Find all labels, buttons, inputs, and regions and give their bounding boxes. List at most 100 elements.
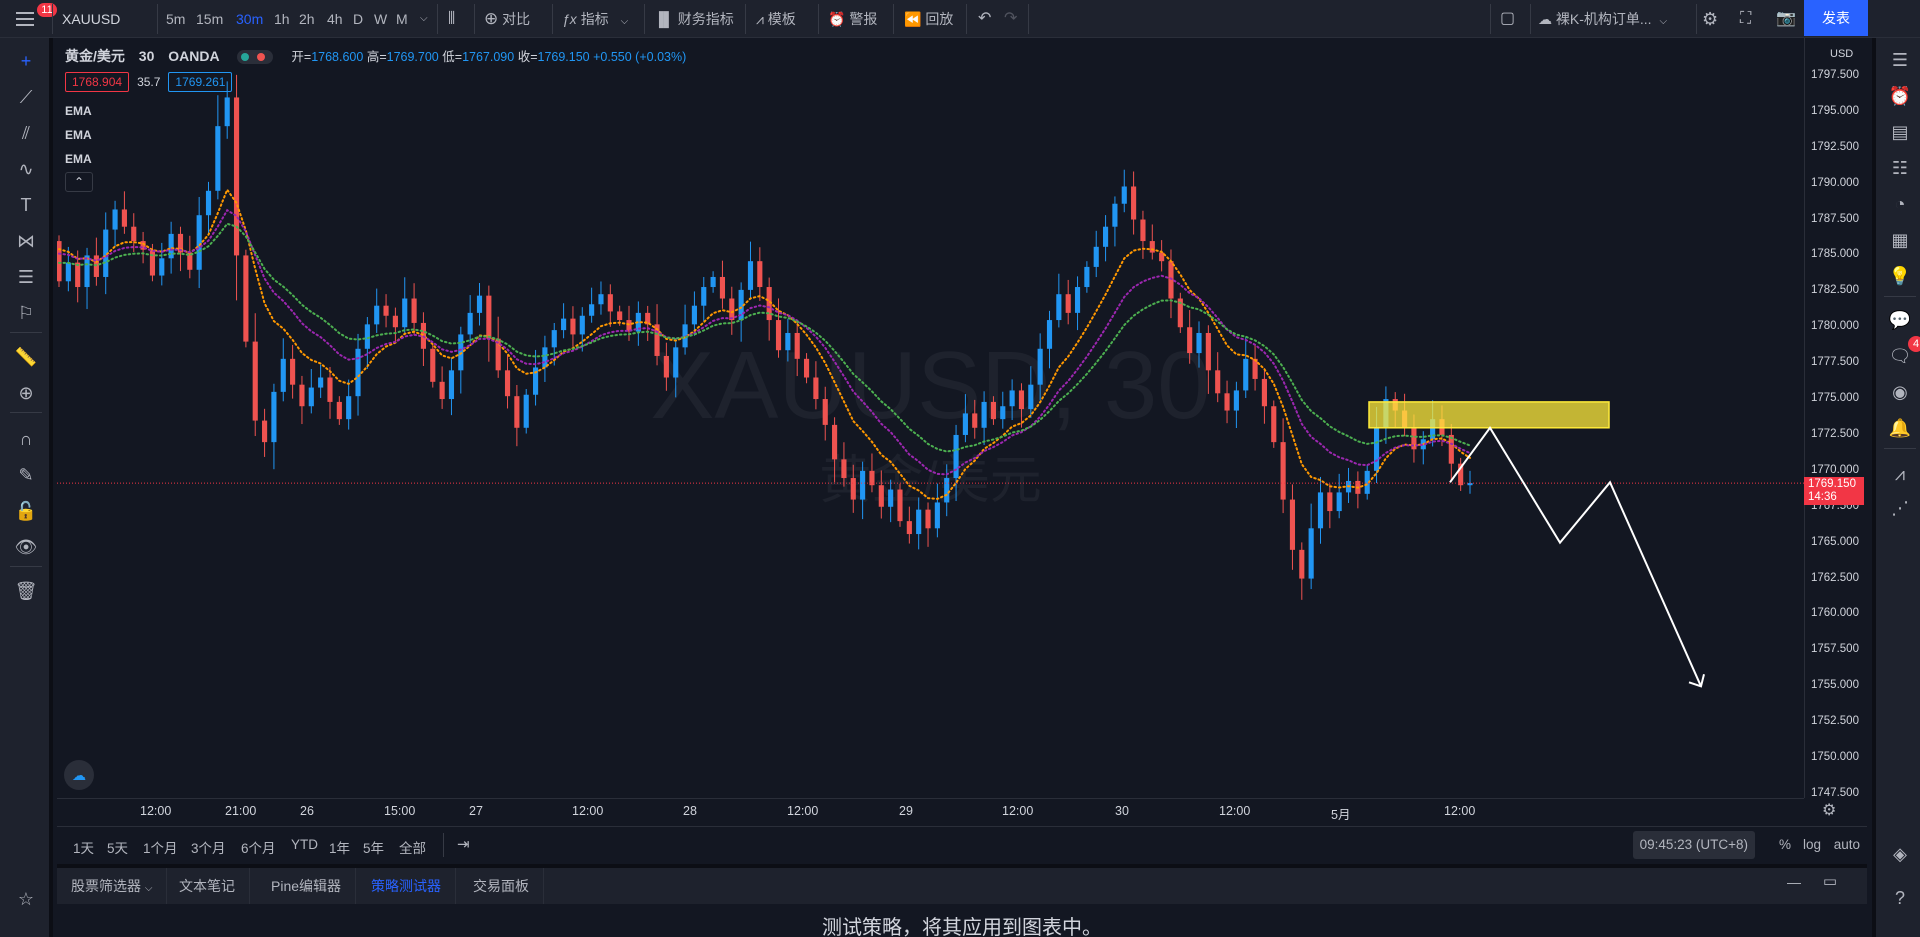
time-axis[interactable]: 12:00 21:00 26 15:00 27 12:00 28 12:00 29 12:00 30…	[57, 798, 1804, 824]
interval-15m[interactable]: 15m	[196, 0, 223, 38]
camera-icon[interactable]: 📷	[1776, 0, 1796, 38]
trash-icon[interactable]: 🗑	[13, 578, 39, 604]
range-1m[interactable]: 1个月	[143, 837, 178, 857]
long-position-icon[interactable]: ☰	[13, 264, 39, 290]
dom-icon[interactable]: ⋰	[1886, 494, 1914, 522]
interval-2h[interactable]: 2h	[299, 0, 315, 38]
range-1y[interactable]: 1年	[329, 837, 350, 857]
market-status-icon[interactable]	[237, 50, 274, 65]
templates-button[interactable]: ⩘ 模板	[756, 0, 796, 38]
chevron-down-icon: ⌵	[620, 16, 629, 27]
interval-m[interactable]: M	[396, 0, 408, 38]
interval-dropdown-chevron-icon[interactable]: ⌵	[420, 0, 428, 38]
timezone-clock[interactable]: 09:45:23 (UTC+8)	[1632, 831, 1755, 859]
divider	[1490, 4, 1491, 34]
layout-select-icon[interactable]: ▢	[1500, 0, 1515, 38]
goto-date-icon[interactable]: ⇥	[457, 835, 470, 853]
chart-canvas[interactable]: XAUUSD, 30 黄金/美元	[57, 38, 1804, 798]
hotlist-icon[interactable]: ◔	[1886, 190, 1914, 218]
legend-title[interactable]: 黄金/美元	[65, 48, 125, 64]
indicators-button[interactable]: ƒx 指标 ⌵	[562, 0, 628, 38]
gear-icon[interactable]: ⚙	[1702, 0, 1718, 38]
range-5d[interactable]: 5天	[107, 837, 128, 857]
help-icon[interactable]: ?	[1886, 884, 1914, 912]
magnet-icon[interactable]: ∩	[13, 426, 39, 452]
order-panel-icon[interactable]: ⩘	[1886, 460, 1914, 488]
current-price-label: 1769.150 14:36	[1804, 477, 1864, 505]
star-icon[interactable]: ☆	[13, 886, 39, 912]
interval-30m[interactable]: 30m	[236, 0, 263, 38]
financials-button[interactable]: ▐▌ 财务指标	[654, 0, 734, 38]
price-tick-label: 1755.000	[1811, 679, 1859, 692]
interval-w[interactable]: W	[374, 0, 387, 38]
interval-4h[interactable]: 4h	[327, 0, 343, 38]
lightbulb-icon[interactable]: 💡	[1886, 262, 1914, 290]
ema-indicator-label[interactable]: EMA	[65, 104, 92, 118]
pattern-icon[interactable]: ∿	[13, 156, 39, 182]
undo-icon[interactable]: ↶	[978, 0, 991, 38]
main-menu-button[interactable]: 11	[10, 0, 57, 38]
eye-icon[interactable]: 👁	[13, 534, 39, 560]
data-window-icon[interactable]: ▤	[1886, 118, 1914, 146]
trend-line-icon[interactable]: ⟋	[13, 84, 39, 110]
range-3m[interactable]: 3个月	[191, 837, 226, 857]
price-axis[interactable]: 1797.500 1795.000 1792.500 1790.000 1787.500…	[1804, 38, 1872, 799]
ema-indicator-label[interactable]: EMA	[65, 152, 92, 166]
interval-d[interactable]: D	[353, 0, 363, 38]
pitchfork-icon[interactable]: ⫽	[13, 120, 39, 146]
zoom-in-icon[interactable]: ⊕	[13, 380, 39, 406]
range-ytd[interactable]: YTD	[291, 837, 318, 852]
notifications-icon[interactable]: 🔔	[1886, 414, 1914, 442]
chats-icon[interactable]: 💬	[1886, 306, 1914, 334]
maximize-panel-icon[interactable]: ▭	[1823, 872, 1837, 890]
time-tick-label: 27	[469, 804, 483, 818]
alarm-clock-icon[interactable]: ⏰	[1886, 82, 1914, 110]
prediction-icon[interactable]: ⋈	[13, 228, 39, 254]
layout-name-button[interactable]: ☁ 裸K-机构订单... ⌵	[1538, 0, 1667, 38]
buy-price[interactable]: 1769.261	[168, 72, 233, 92]
candle-style-icon[interactable]: ⫴	[448, 0, 455, 38]
tab-trading-panel[interactable]: 交易面板	[459, 868, 544, 904]
calendar-icon[interactable]: ▦	[1886, 226, 1914, 254]
collapse-legend-button[interactable]: ⌃	[65, 172, 93, 192]
legend-interval: 30	[138, 48, 155, 64]
chat-icon[interactable]: 🗨 4	[1886, 336, 1920, 370]
compare-button[interactable]: ⊕ 对比	[484, 0, 530, 38]
range-all[interactable]: 全部	[399, 837, 426, 857]
sell-price[interactable]: 1768.904	[65, 72, 130, 92]
cloud-status-icon[interactable]: ☁	[64, 760, 94, 790]
text-icon[interactable]: T	[13, 192, 39, 218]
tab-stock-screener[interactable]: 股票筛选器 ⌵	[57, 868, 168, 904]
symbol-search-button[interactable]: XAUUSD	[62, 0, 120, 38]
auto-toggle[interactable]: auto	[1834, 837, 1860, 852]
streams-icon[interactable]: ◉	[1886, 378, 1914, 406]
replay-button[interactable]: ⏪ 回放	[904, 0, 953, 38]
range-5y[interactable]: 5年	[363, 837, 384, 857]
lock-icon[interactable]: 🔓	[13, 498, 39, 524]
interval-5m[interactable]: 5m	[166, 0, 185, 38]
percent-toggle[interactable]: %	[1779, 837, 1791, 852]
ruler-icon[interactable]: 📏	[13, 344, 39, 370]
fullscreen-icon[interactable]: ⛶	[1740, 0, 1751, 38]
watchlist-icon[interactable]: ☰	[1886, 46, 1914, 74]
candle-body	[252, 341, 258, 421]
ema-indicator-label[interactable]: EMA	[65, 128, 92, 142]
chart-pane[interactable]: XAUUSD, 30 黄金/美元	[57, 38, 1867, 798]
crosshair-icon[interactable]: +	[13, 48, 39, 74]
alerts-button[interactable]: ⏰ 警报	[828, 0, 877, 38]
news-icon[interactable]: ☷	[1886, 154, 1914, 182]
range-1d[interactable]: 1天	[73, 837, 94, 857]
icons-tool-icon[interactable]: ⚐	[13, 300, 39, 326]
tab-pine-editor[interactable]: Pine编辑器	[257, 868, 357, 904]
publish-button[interactable]: 发表	[1804, 0, 1868, 36]
redo-icon[interactable]: ↷	[1004, 0, 1017, 38]
log-toggle[interactable]: log	[1803, 837, 1821, 852]
lock-pencil-icon[interactable]: ✎	[13, 462, 39, 488]
range-6m[interactable]: 6个月	[241, 837, 276, 857]
tab-text-notes[interactable]: 文本笔记	[165, 868, 250, 904]
layers-icon[interactable]: ◈	[1886, 840, 1914, 868]
tab-strategy-tester[interactable]: 策略测试器	[357, 868, 456, 904]
minimize-panel-icon[interactable]: —	[1787, 874, 1801, 890]
interval-1h[interactable]: 1h	[274, 0, 290, 38]
chart-settings-gear-icon[interactable]: ⚙	[1822, 800, 1836, 820]
